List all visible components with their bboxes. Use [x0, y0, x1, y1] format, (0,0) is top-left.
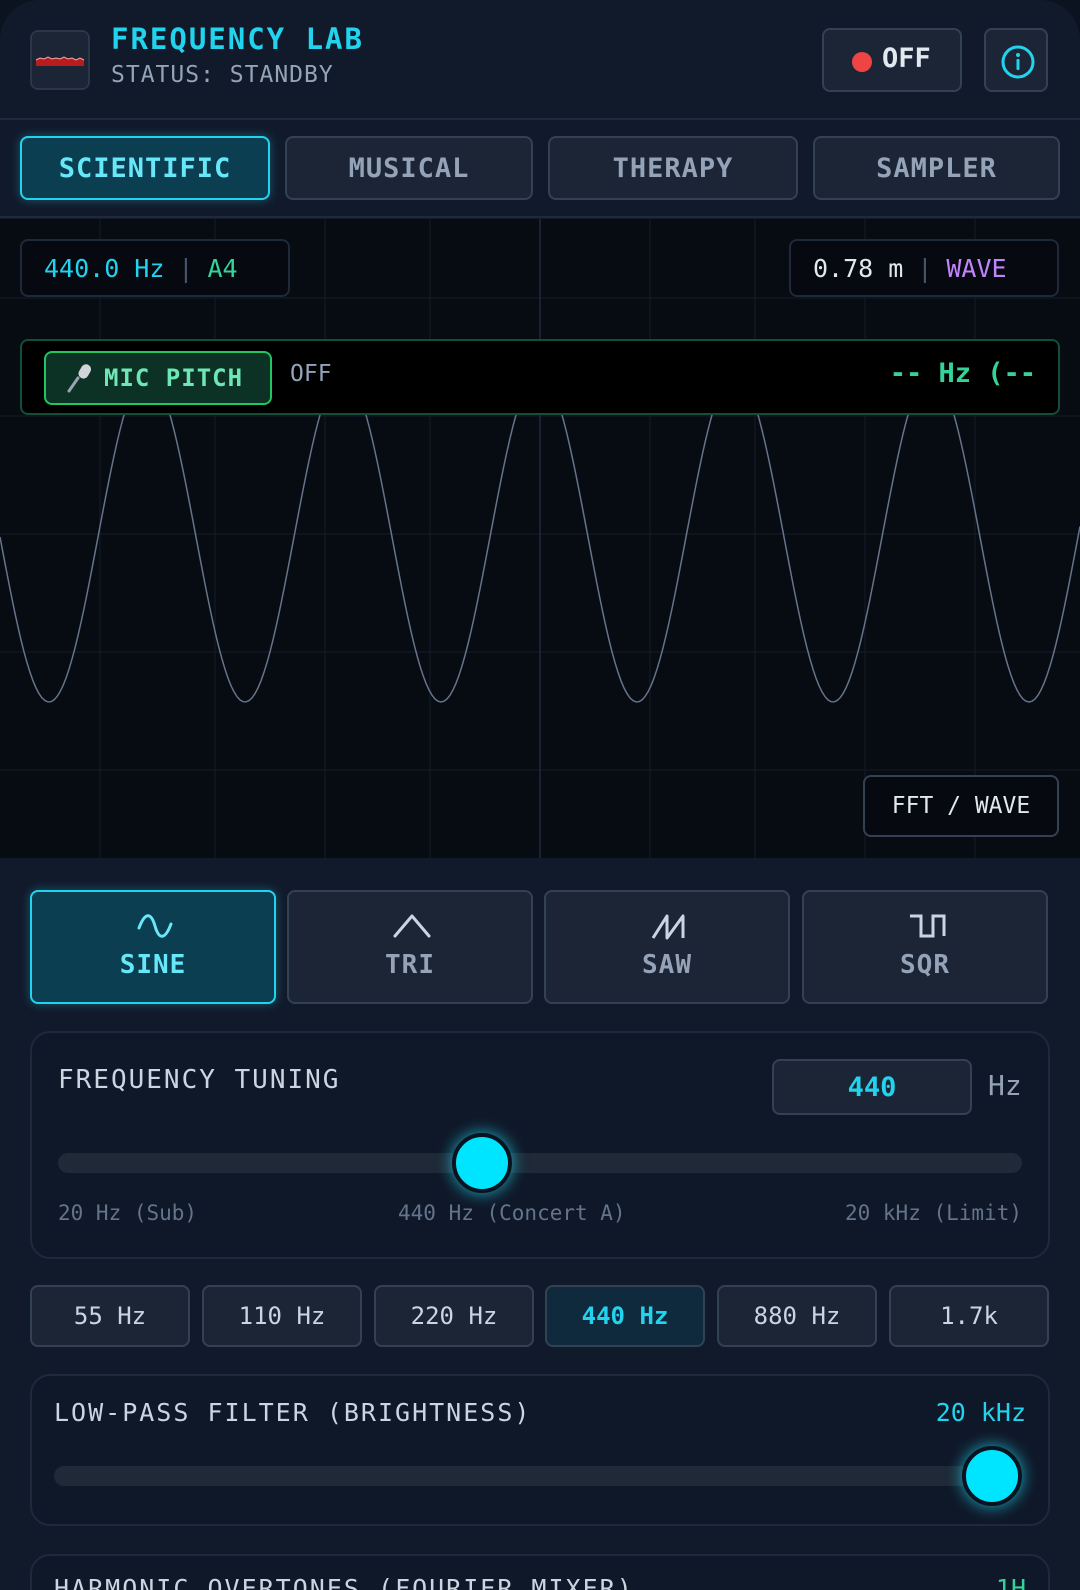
- saw-wave-icon: [651, 914, 685, 940]
- power-label: OFF: [882, 43, 931, 74]
- harmonic-overtones-title: HARMONIC OVERTONES (FOURIER MIXER): [54, 1574, 634, 1590]
- frequency-slider-track[interactable]: [58, 1153, 1022, 1173]
- preset-1.7k-button[interactable]: 1.7k: [889, 1285, 1049, 1347]
- mic-state-text: OFF: [290, 361, 332, 387]
- mic-pitch-reading: -- Hz (--: [889, 358, 1036, 389]
- info-button[interactable]: [984, 28, 1048, 92]
- scope-grid: [0, 219, 1080, 858]
- waveform-square-button[interactable]: SQR: [802, 890, 1048, 1004]
- waveform-label: SQR: [900, 950, 950, 980]
- view-mode-value: WAVE: [946, 253, 1007, 283]
- preset-110hz-button[interactable]: 110 Hz: [202, 1285, 362, 1347]
- spectrum-logo-icon: [30, 30, 90, 90]
- mic-pitch-bar: MIC PITCH OFF -- Hz (--: [20, 339, 1060, 415]
- scale-mid-label: 440 Hz (Concert A): [398, 1201, 626, 1225]
- frequency-tuning-panel: FREQUENCY TUNING Hz 20 Hz (Sub) 440 Hz (…: [30, 1031, 1050, 1259]
- power-indicator-icon: [852, 52, 872, 72]
- waveform-label: SAW: [642, 950, 692, 980]
- preset-55hz-button[interactable]: 55 Hz: [30, 1285, 190, 1347]
- fft-wave-toggle-button[interactable]: FFT / WAVE: [863, 775, 1059, 837]
- waveform-label: SINE: [119, 950, 187, 980]
- filter-slider-track[interactable]: [54, 1466, 992, 1486]
- triangle-wave-icon: [393, 914, 431, 938]
- filter-slider-thumb[interactable]: [962, 1446, 1022, 1506]
- microphone-icon: [67, 364, 91, 393]
- mode-tabs: SCIENTIFIC MUSICAL THERAPY SAMPLER: [0, 120, 1080, 218]
- harmonic-overtones-panel: HARMONIC OVERTONES (FOURIER MIXER) 1H: [30, 1554, 1050, 1590]
- frequency-tuning-title: FREQUENCY TUNING: [58, 1065, 341, 1095]
- oscilloscope-display: 440.0 Hz | A4 0.78 m | WAVE MIC PITCH OF…: [0, 219, 1080, 858]
- app-title: FREQUENCY LAB: [111, 22, 364, 56]
- waveform-triangle-button[interactable]: TRI: [287, 890, 533, 1004]
- note-value: A4: [207, 253, 238, 283]
- frequency-input[interactable]: [772, 1059, 972, 1115]
- power-toggle-button[interactable]: OFF: [822, 28, 962, 92]
- waveform-label: TRI: [385, 950, 435, 980]
- readout-separator: |: [178, 253, 194, 283]
- frequency-slider-thumb[interactable]: [452, 1133, 513, 1193]
- wavelength-value: 0.78 m: [813, 253, 904, 283]
- scale-max-label: 20 kHz (Limit): [844, 1201, 1022, 1225]
- waveform-sine-button[interactable]: SINE: [30, 890, 276, 1004]
- frequency-value: 440.0 Hz: [44, 253, 165, 283]
- readout-separator: |: [917, 253, 933, 283]
- low-pass-filter-value: 20 kHz: [935, 1398, 1026, 1427]
- tab-therapy[interactable]: THERAPY: [548, 136, 798, 200]
- waveform-saw-button[interactable]: SAW: [544, 890, 790, 1004]
- preset-880hz-button[interactable]: 880 Hz: [717, 1285, 877, 1347]
- preset-220hz-button[interactable]: 220 Hz: [374, 1285, 534, 1347]
- low-pass-filter-panel: LOW-PASS FILTER (BRIGHTNESS) 20 kHz: [30, 1374, 1050, 1526]
- scale-min-label: 20 Hz (Sub): [58, 1201, 198, 1225]
- info-icon: [1001, 45, 1035, 79]
- low-pass-filter-title: LOW-PASS FILTER (BRIGHTNESS): [54, 1398, 532, 1427]
- app-header: FREQUENCY LAB STATUS: STANDBY OFF: [0, 0, 1080, 120]
- status-text: STATUS: STANDBY: [111, 62, 334, 88]
- wavelength-readout: 0.78 m | WAVE: [789, 239, 1059, 297]
- preset-440hz-button[interactable]: 440 Hz: [545, 1285, 705, 1347]
- frequency-readout: 440.0 Hz | A4: [20, 239, 290, 297]
- tab-sampler[interactable]: SAMPLER: [813, 136, 1060, 200]
- frequency-lab-app: FREQUENCY LAB STATUS: STANDBY OFF SCIENT…: [0, 0, 1080, 1590]
- mic-pitch-button[interactable]: MIC PITCH: [44, 351, 272, 405]
- square-wave-icon: [910, 914, 946, 938]
- tab-scientific[interactable]: SCIENTIFIC: [20, 136, 270, 200]
- harmonic-count-value: 1H: [995, 1574, 1026, 1590]
- frequency-unit: Hz: [988, 1069, 1022, 1102]
- sine-wave-icon: [137, 914, 173, 938]
- tab-musical[interactable]: MUSICAL: [285, 136, 533, 200]
- mic-pitch-label: MIC PITCH: [104, 364, 244, 392]
